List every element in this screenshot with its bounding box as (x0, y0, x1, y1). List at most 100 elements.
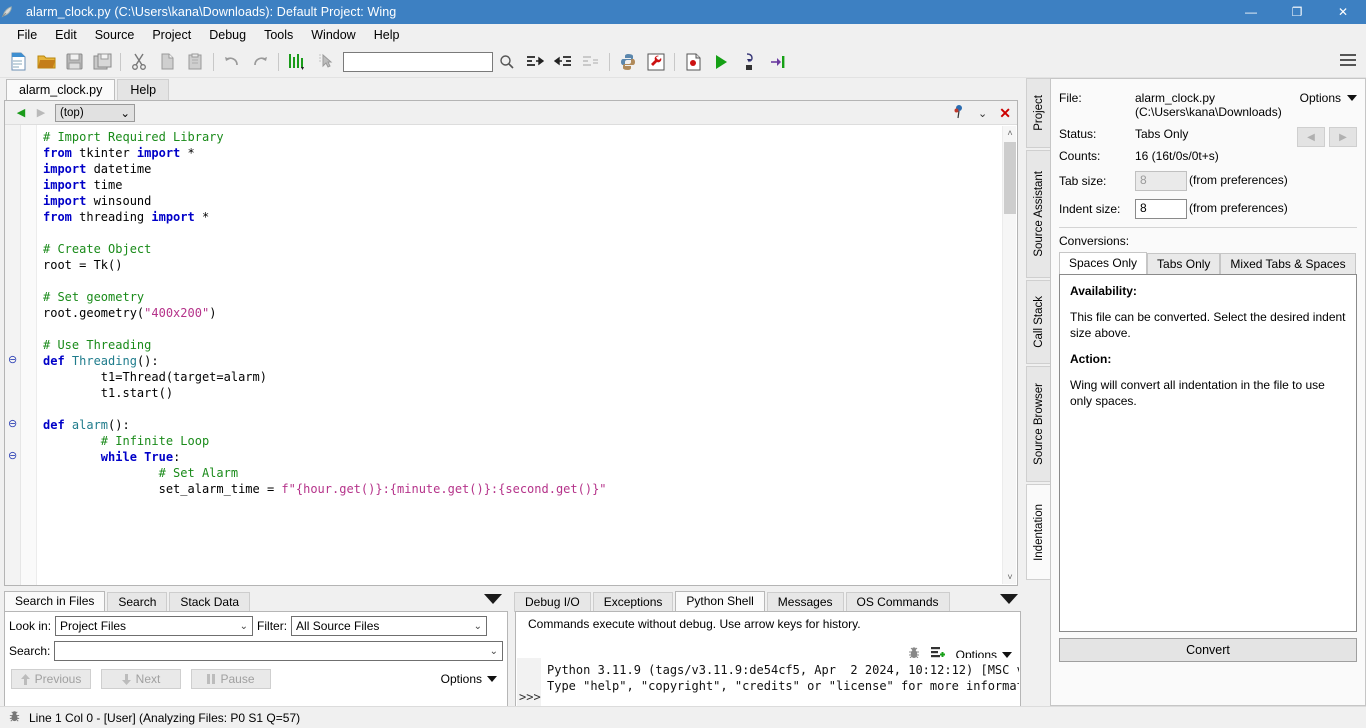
menu-window[interactable]: Window (302, 26, 364, 44)
undo-icon[interactable] (218, 49, 246, 75)
search-button-row: Previous Next Pause Options (11, 667, 501, 691)
indent-equal-icon[interactable] (577, 49, 605, 75)
sidebar-item-source-assistant[interactable]: Source Assistant (1026, 150, 1050, 278)
minimize-button[interactable]: — (1228, 0, 1274, 24)
code-area[interactable]: ⊖ ⊖ ⊖ # Import Required Library from tkinte… (5, 125, 1017, 585)
tab-messages[interactable]: Messages (766, 592, 844, 612)
indent-next-button[interactable]: ▶ (1329, 127, 1357, 147)
indent-prev-button[interactable]: ◀ (1297, 127, 1325, 147)
indentation-options-button[interactable]: Options (1300, 91, 1357, 105)
tab-mixed-tabs-spaces[interactable]: Mixed Tabs & Spaces (1220, 253, 1356, 274)
code-line: import datetime (43, 161, 1017, 177)
search-panel-menu-icon[interactable] (484, 594, 502, 604)
new-file-icon[interactable] (4, 49, 32, 75)
nav-forward-icon[interactable]: ▶ (31, 106, 51, 119)
editor-vertical-scrollbar[interactable]: ˄ ˅ (1002, 126, 1016, 584)
code-token: t1.start() (43, 386, 174, 400)
fold-toggle-icon[interactable]: ⊖ (8, 451, 17, 462)
fold-margin[interactable]: ⊖ ⊖ ⊖ (5, 125, 21, 585)
maximize-button[interactable]: ❐ (1274, 0, 1320, 24)
code-text[interactable]: # Import Required Library from tkinter im… (37, 125, 1017, 585)
refactor-icon[interactable] (283, 49, 311, 75)
redo-icon[interactable] (246, 49, 274, 75)
hamburger-icon[interactable] (1340, 54, 1356, 66)
indentation-options-label: Options (1299, 91, 1341, 105)
tab-python-shell[interactable]: Python Shell (675, 591, 765, 612)
close-button[interactable]: ✕ (1320, 0, 1366, 24)
menu-tools[interactable]: Tools (255, 26, 302, 44)
scroll-thumb[interactable] (1004, 142, 1016, 214)
sidebar-item-indentation[interactable]: Indentation (1026, 484, 1050, 580)
pin-icon[interactable] (952, 104, 966, 122)
search-options-button[interactable]: Options (441, 672, 497, 686)
code-token: import (43, 178, 94, 192)
search-input[interactable]: ⌄ (54, 641, 503, 661)
tab-os-commands[interactable]: OS Commands (845, 592, 950, 612)
sidebar-item-source-browser[interactable]: Source Browser (1026, 366, 1050, 482)
sidebar-item-project[interactable]: Project (1026, 78, 1050, 148)
menu-source[interactable]: Source (86, 26, 144, 44)
filter-select[interactable]: All Source Files ⌄ (291, 616, 488, 636)
indent-right-icon[interactable] (521, 49, 549, 75)
tab-debug-io[interactable]: Debug I/O (514, 592, 591, 612)
scroll-up-icon[interactable]: ˄ (1003, 126, 1017, 140)
tab-exceptions[interactable]: Exceptions (592, 592, 674, 612)
tab-spaces-only[interactable]: Spaces Only (1059, 252, 1148, 274)
bug-icon-status[interactable] (8, 710, 21, 726)
previous-button[interactable]: Previous (11, 669, 91, 689)
menu-debug[interactable]: Debug (200, 26, 255, 44)
filter-label: Filter: (257, 619, 288, 633)
breakpoint-margin[interactable] (21, 125, 37, 585)
copy-icon[interactable] (153, 49, 181, 75)
convert-button[interactable]: Convert (1059, 638, 1357, 662)
step-into-icon[interactable] (735, 49, 763, 75)
save-icon[interactable] (60, 49, 88, 75)
code-token: ) (209, 306, 217, 320)
code-line: root.geometry("400x200") (43, 305, 1017, 321)
fold-toggle-icon[interactable]: ⊖ (8, 355, 17, 366)
save-all-icon[interactable] (88, 49, 116, 75)
editor-tab-alarm-clock[interactable]: alarm_clock.py (6, 79, 116, 100)
new-breakpoint-icon[interactable] (679, 49, 707, 75)
fold-toggle-icon[interactable]: ⊖ (8, 419, 17, 430)
paste-icon[interactable] (181, 49, 209, 75)
look-in-select[interactable]: Project Files ⌄ (55, 616, 254, 636)
run-icon[interactable] (707, 49, 735, 75)
chevron-down-icon-shell-options (1002, 651, 1012, 658)
indent-size-input[interactable]: 8 (1135, 199, 1187, 219)
cut-icon[interactable] (125, 49, 153, 75)
indent-left-icon[interactable] (549, 49, 577, 75)
sidebar-item-call-stack[interactable]: Call Stack (1026, 280, 1050, 364)
code-token: # Set geometry (43, 290, 145, 304)
shell-panel-menu-icon[interactable] (1000, 594, 1018, 604)
open-folder-icon[interactable] (32, 49, 60, 75)
menu-project[interactable]: Project (143, 26, 200, 44)
conversion-tabs: Spaces Only Tabs Only Mixed Tabs & Space… (1051, 252, 1365, 274)
look-in-row: Look in: Project Files ⌄ Filter: All Sou… (9, 615, 503, 637)
next-button[interactable]: Next (101, 669, 181, 689)
editor-tab-help[interactable]: Help (117, 79, 170, 100)
pause-button[interactable]: Pause (191, 669, 271, 689)
chevron-down-icon-editor[interactable]: ⌄ (978, 107, 987, 120)
menu-edit[interactable]: Edit (46, 26, 86, 44)
menu-file[interactable]: File (8, 26, 46, 44)
select-pointer-icon[interactable] (311, 49, 339, 75)
scope-selector[interactable]: (top) ⌄ (55, 103, 135, 122)
search-icon[interactable] (493, 49, 521, 75)
nav-back-icon[interactable]: ◀ (11, 106, 31, 119)
wrench-icon[interactable] (642, 49, 670, 75)
tab-size-input[interactable]: 8 (1135, 171, 1187, 191)
tab-search-in-files[interactable]: Search in Files (4, 591, 106, 612)
editor-close-icon[interactable]: ✕ (999, 105, 1011, 122)
scroll-down-icon[interactable]: ˅ (1003, 570, 1017, 584)
tab-search[interactable]: Search (107, 592, 168, 612)
code-token: def (43, 354, 72, 368)
code-token: # Set Alarm (43, 466, 239, 480)
python-icon[interactable] (614, 49, 642, 75)
step-out-icon[interactable] (763, 49, 791, 75)
tab-stack-data[interactable]: Stack Data (169, 592, 251, 612)
toolbar-search-input[interactable] (343, 51, 493, 72)
tab-tabs-only[interactable]: Tabs Only (1147, 253, 1221, 274)
shell-output-line: Python 3.11.9 (tags/v3.11.9:de54cf5, Apr… (547, 663, 1019, 677)
menu-help[interactable]: Help (365, 26, 409, 44)
